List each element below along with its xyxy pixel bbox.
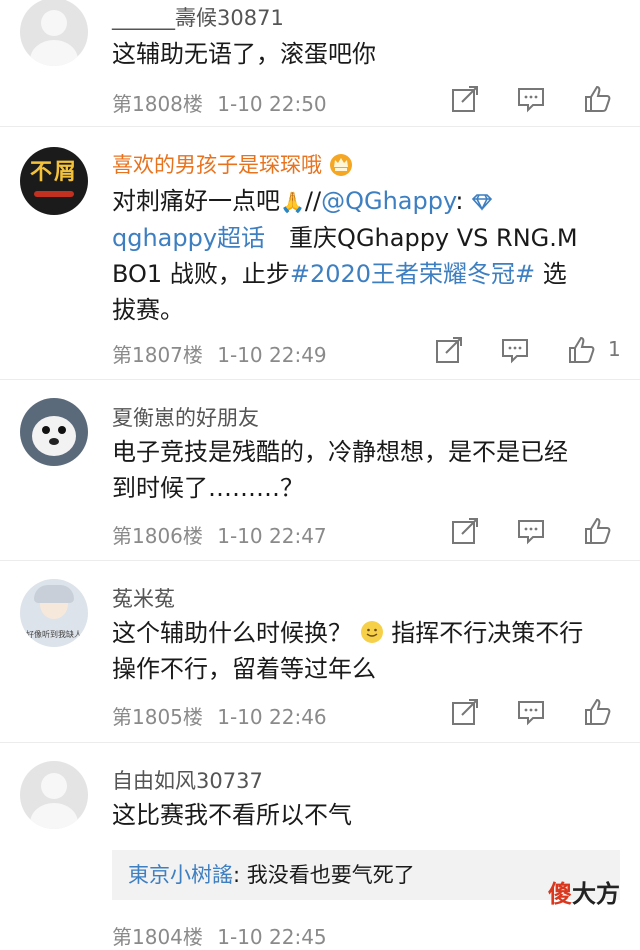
- comment-icon[interactable]: [516, 516, 548, 548]
- like-icon[interactable]: [566, 335, 598, 367]
- floor-number: 第1805楼: [112, 705, 203, 729]
- reply-username[interactable]: 東京小树謠: [128, 863, 233, 887]
- comment-meta: 第1807楼 1-10 22:49: [112, 339, 327, 368]
- avatar[interactable]: 不屑: [20, 147, 88, 215]
- timestamp: 1-10 22:46: [217, 705, 327, 729]
- comment-text: 这比赛我不看所以不气: [112, 801, 352, 829]
- floor-number: 第1807楼: [112, 343, 203, 367]
- like-icon[interactable]: [582, 697, 614, 729]
- timestamp: 1-10 22:45: [217, 925, 327, 949]
- reply-preview[interactable]: 東京小树謠: 我没看也要气死了: [112, 850, 620, 900]
- comment-line: 这个辅助什么时候换？ 指挥不行决策不行: [112, 619, 584, 647]
- username[interactable]: 菟米菟: [112, 583, 175, 613]
- comment-meta: 第1804楼 1-10 22:45: [112, 921, 327, 950]
- avatar-caption: 不屑: [29, 160, 78, 185]
- comment-line: 电子竞技是残酷的，冷静想想，是不是已经: [112, 438, 568, 466]
- comment-text: 对刺痛好一点吧🙏//@QGhappy: qghappy超话 重庆QGhappy …: [112, 183, 622, 328]
- comment-line: 操作不行，留着等过年么: [112, 655, 376, 683]
- comment-actions: [430, 84, 630, 118]
- comment-text: 这个辅助什么时候换？ 指挥不行决策不行 操作不行，留着等过年么: [112, 615, 622, 687]
- comment-line: BO1 战败，止步#2020王者荣耀冬冠# 选: [112, 260, 567, 288]
- hashtag-link[interactable]: #2020王者荣耀冬冠#: [290, 260, 535, 288]
- reply-text: 我没看也要气死了: [246, 863, 415, 887]
- comment-line: qghappy超话 重庆QGhappy VS RNG.M: [112, 224, 578, 252]
- comment-line: 拔赛。: [112, 296, 184, 324]
- username[interactable]: 夏衡崽的好朋友: [112, 402, 259, 432]
- like-count: 1: [608, 337, 621, 361]
- comment-item: 不屑 喜欢的男孩子是琛琛哦 对刺痛好一点吧🙏//@QGhappy: qghapp…: [0, 127, 640, 380]
- comment-meta: 第1805楼 1-10 22:46: [112, 701, 327, 730]
- share-icon[interactable]: [450, 697, 482, 729]
- comment-icon[interactable]: [516, 84, 548, 116]
- watermark: 傻大方: [548, 880, 620, 908]
- emoji-icon: 🙏: [280, 190, 305, 214]
- comment-line: 到时候了………？: [112, 474, 304, 502]
- floor-number: 第1808楼: [112, 92, 203, 116]
- like-icon[interactable]: [582, 84, 614, 116]
- mention-link[interactable]: @QGhappy: [321, 187, 455, 215]
- avatar[interactable]: [20, 761, 88, 829]
- username[interactable]: 喜欢的男孩子是琛琛哦: [112, 149, 354, 181]
- timestamp: 1-10 22:49: [217, 343, 327, 367]
- avatar[interactable]: [20, 0, 88, 66]
- comment-meta: 第1808楼 1-10 22:50: [112, 88, 327, 117]
- username[interactable]: 自由如风30737: [112, 765, 263, 795]
- floor-number: 第1804楼: [112, 925, 203, 949]
- comment-actions: 1: [430, 335, 630, 369]
- emoji-smile-icon: [352, 619, 391, 647]
- share-icon[interactable]: [434, 335, 466, 367]
- avatar-caption: 好像听到我缺人: [26, 630, 82, 639]
- comment-actions: [430, 697, 630, 731]
- diamond-icon: [464, 187, 494, 215]
- comment-actions: [430, 516, 630, 550]
- floor-number: 第1806楼: [112, 524, 203, 548]
- comment-item: 夏衡崽的好朋友 电子竞技是残酷的，冷静想想，是不是已经 到时候了………？ 第18…: [0, 380, 640, 561]
- share-icon[interactable]: [450, 84, 482, 116]
- share-icon[interactable]: [450, 516, 482, 548]
- comment-item: ______壽候30871 这辅助无语了，滚蛋吧你 第1808楼 1-10 22…: [0, 0, 640, 127]
- comment-text: 电子竞技是残酷的，冷静想想，是不是已经 到时候了………？: [112, 434, 622, 506]
- comment-line: 对刺痛好一点吧🙏//@QGhappy:: [112, 183, 622, 220]
- like-icon[interactable]: [582, 516, 614, 548]
- username[interactable]: ______壽候30871: [112, 2, 284, 32]
- comment-item: 自由如风30737 这比赛我不看所以不气 東京小树謠: 我没看也要气死了 第18…: [0, 743, 640, 949]
- timestamp: 1-10 22:50: [217, 92, 327, 116]
- avatar[interactable]: 好像听到我缺人: [20, 579, 88, 647]
- topic-link[interactable]: qghappy超话: [112, 224, 265, 252]
- comment-meta: 第1806楼 1-10 22:47: [112, 520, 327, 549]
- comment-icon[interactable]: [516, 697, 548, 729]
- comment-icon[interactable]: [500, 335, 532, 367]
- avatar[interactable]: [20, 398, 88, 466]
- timestamp: 1-10 22:47: [217, 524, 327, 548]
- comment-text: 这辅助无语了，滚蛋吧你: [112, 40, 376, 68]
- comment-item: 好像听到我缺人 菟米菟 这个辅助什么时候换？ 指挥不行决策不行 操作不行，留着等…: [0, 561, 640, 743]
- crown-icon: [328, 152, 354, 181]
